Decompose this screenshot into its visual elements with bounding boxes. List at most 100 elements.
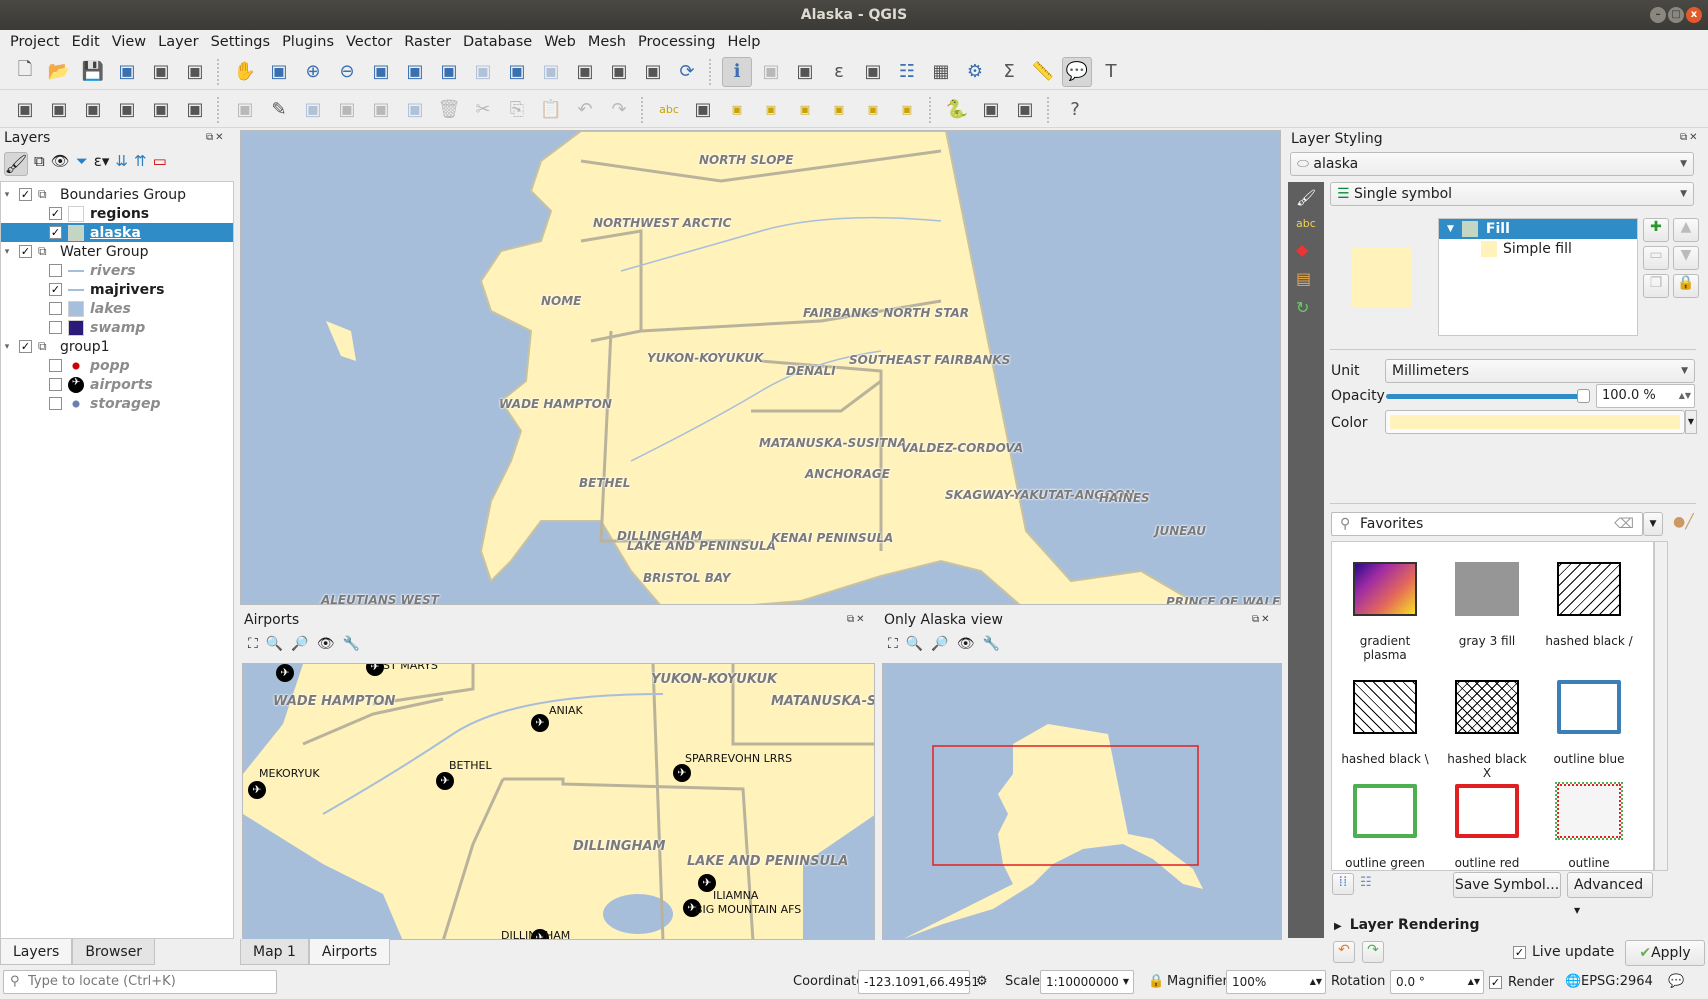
menu-processing[interactable]: Processing	[632, 30, 721, 54]
collapse-all-icon[interactable]: ⇈	[134, 152, 147, 176]
move-label-icon[interactable]: ▣	[790, 95, 820, 125]
zoom-full-icon[interactable]: ▣	[366, 57, 396, 87]
visibility-checkbox[interactable]	[49, 378, 62, 391]
visibility-checkbox[interactable]: ✓	[49, 283, 62, 296]
expand-all-icon[interactable]: ⇊	[115, 152, 128, 176]
select-features-icon[interactable]: ▣	[790, 57, 820, 87]
labels-icon[interactable]: abc	[1296, 217, 1316, 230]
messages-icon[interactable]: 💬	[1668, 974, 1684, 989]
coordinate-field[interactable]: -123.1091,66.4951	[858, 970, 979, 994]
view-settings-icon[interactable]: 🔧	[342, 636, 359, 652]
symbol-outline-blue[interactable]: outline blue	[1544, 680, 1634, 766]
unit-select[interactable]: Millimeters ▼	[1385, 359, 1695, 383]
layer-item[interactable]: ✓ alaska	[1, 223, 233, 242]
view-settings-icon[interactable]: 🔧	[982, 636, 999, 652]
undo-icon[interactable]: ↶	[570, 95, 600, 125]
visibility-checkbox[interactable]	[49, 359, 62, 372]
measure-icon[interactable]: 📏	[1028, 57, 1058, 87]
rotate-label-icon[interactable]: ▣	[858, 95, 888, 125]
move-down-button[interactable]: ▼	[1673, 246, 1699, 270]
duplicate-button[interactable]: ❐	[1643, 274, 1669, 298]
expand-arrow-icon[interactable]: ▾	[1, 342, 13, 352]
symbol-search-input[interactable]: ⚲ Favorites ⌫	[1331, 512, 1643, 536]
menu-settings[interactable]: Settings	[205, 30, 276, 54]
menu-plugins[interactable]: Plugins	[276, 30, 340, 54]
filter-legend-icon[interactable]: ⏷	[76, 152, 88, 176]
opacity-input[interactable]: 100.0 % ▲▼	[1596, 384, 1695, 408]
color-dropdown[interactable]: ▼	[1685, 410, 1697, 434]
style-manager-icon[interactable]: ▣	[180, 57, 210, 87]
visibility-checkbox[interactable]: ✓	[19, 245, 32, 258]
3d-view-icon[interactable]: ◆	[1296, 240, 1316, 259]
rotation-field[interactable]: 0.0 ° ▲▼	[1390, 970, 1484, 994]
remove-layer-icon[interactable]: ▭	[153, 152, 167, 176]
zoom-last-icon[interactable]: ▣	[502, 57, 532, 87]
symbol-hashed-black-x[interactable]: hashed black X	[1442, 680, 1532, 780]
menu-web[interactable]: Web	[538, 30, 582, 54]
new-project-icon[interactable]: 🗋	[10, 57, 40, 87]
identify-icon[interactable]: ℹ	[722, 56, 752, 87]
plugin-builder-icon[interactable]: ▣	[1010, 95, 1040, 125]
digitize-vertex-icon[interactable]: ▣	[78, 95, 108, 125]
delete-selected-icon[interactable]: 🗑	[434, 95, 464, 125]
select-by-expression-icon[interactable]: ε	[824, 57, 854, 87]
zoom-native-icon[interactable]: ▣	[468, 57, 498, 87]
data-source-manager-icon[interactable]: ▣	[10, 95, 40, 125]
undo-style-button[interactable]: ↶	[1333, 941, 1355, 963]
spin-arrows-icon[interactable]: ▲▼	[1468, 971, 1480, 993]
new-bookmark-icon[interactable]: ▣	[604, 57, 634, 87]
toggle-extents-icon[interactable]: ⚙	[976, 974, 988, 989]
layer-item[interactable]: storagep	[1, 394, 233, 413]
advanced-button[interactable]: Advanced ▼	[1567, 872, 1653, 915]
layer-item[interactable]: ✓ majrivers	[1, 280, 233, 299]
help-icon[interactable]: ?	[1060, 95, 1090, 125]
menu-edit[interactable]: Edit	[66, 30, 106, 54]
dock-buttons[interactable]: ⧉✕	[847, 614, 867, 625]
current-edits-icon[interactable]: ▣	[230, 95, 260, 125]
remove-symbol-layer-button[interactable]: ▭	[1643, 246, 1669, 270]
update-icon[interactable]: ▣	[976, 95, 1006, 125]
symbology-icon[interactable]: 🖌	[1296, 188, 1316, 207]
highlight-pinned-icon[interactable]: ▣	[756, 95, 786, 125]
zoom-in-icon[interactable]: ⊕	[298, 57, 328, 87]
map-tips-icon[interactable]: 💬	[1062, 56, 1092, 87]
new-geopackage-icon[interactable]: ▣	[44, 95, 74, 125]
menu-raster[interactable]: Raster	[398, 30, 457, 54]
layer-group[interactable]: ▾ ✓ ⧉ Water Group	[1, 242, 233, 261]
minimize-button[interactable]: –	[1650, 7, 1666, 23]
clear-icon[interactable]: ⌫	[1614, 513, 1634, 535]
diagrams-icon[interactable]: ▤	[1296, 269, 1316, 288]
spin-arrows-icon[interactable]: ▲▼	[1679, 385, 1691, 407]
dock-buttons[interactable]: ⧉✕	[206, 132, 226, 143]
zoom-out-icon[interactable]: ⊖	[332, 57, 362, 87]
deselect-icon[interactable]: ▣	[858, 57, 888, 87]
live-update-checkbox[interactable]: ✓ Live update	[1513, 944, 1614, 960]
vertex-tool-icon[interactable]: ▣	[366, 95, 396, 125]
opacity-slider-handle[interactable]	[1577, 389, 1590, 403]
diagram-icon[interactable]: ▣	[688, 95, 718, 125]
lock-button[interactable]: 🔒	[1673, 274, 1699, 298]
view-theme-icon[interactable]: 👁	[317, 636, 335, 652]
icon-view-button[interactable]: ⁞⁞	[1332, 873, 1354, 895]
show-hide-labels-icon[interactable]: ▣	[824, 95, 854, 125]
zoom-to-selection-icon[interactable]: ▣	[400, 57, 430, 87]
main-map-canvas[interactable]: NORTH SLOPE NORTHWEST ARCTIC NOME FAIRBA…	[240, 130, 1281, 605]
airport-icon[interactable]: ✈	[248, 781, 266, 799]
visibility-checkbox[interactable]	[49, 302, 62, 315]
add-group-icon[interactable]: ⧉	[34, 152, 45, 176]
menu-view[interactable]: View	[106, 30, 152, 54]
zoom-full-icon[interactable]: ⛶	[248, 636, 258, 652]
actions-icon[interactable]: ▣	[756, 57, 786, 87]
zoom-to-selection-icon[interactable]: 🔍	[906, 636, 923, 652]
airport-icon[interactable]: ✈	[531, 714, 549, 732]
layer-rendering-section[interactable]: ▶ Layer Rendering	[1334, 917, 1480, 933]
zoom-to-layer-icon[interactable]: 🔎	[931, 636, 948, 652]
checkbox[interactable]: ✓	[1513, 945, 1526, 959]
symbol-hashed-black-backslash[interactable]: hashed black \	[1340, 680, 1430, 766]
layer-icon[interactable]: ▣	[146, 95, 176, 125]
symbol-gradient-plasma[interactable]: gradient plasma	[1340, 562, 1430, 662]
toggle-editing-icon[interactable]: ✎	[264, 95, 294, 125]
zoom-to-layer-icon[interactable]: 🔎	[291, 636, 308, 652]
dock-buttons[interactable]: ⧉✕	[1680, 132, 1700, 143]
add-feature-icon[interactable]: ▣	[332, 95, 362, 125]
